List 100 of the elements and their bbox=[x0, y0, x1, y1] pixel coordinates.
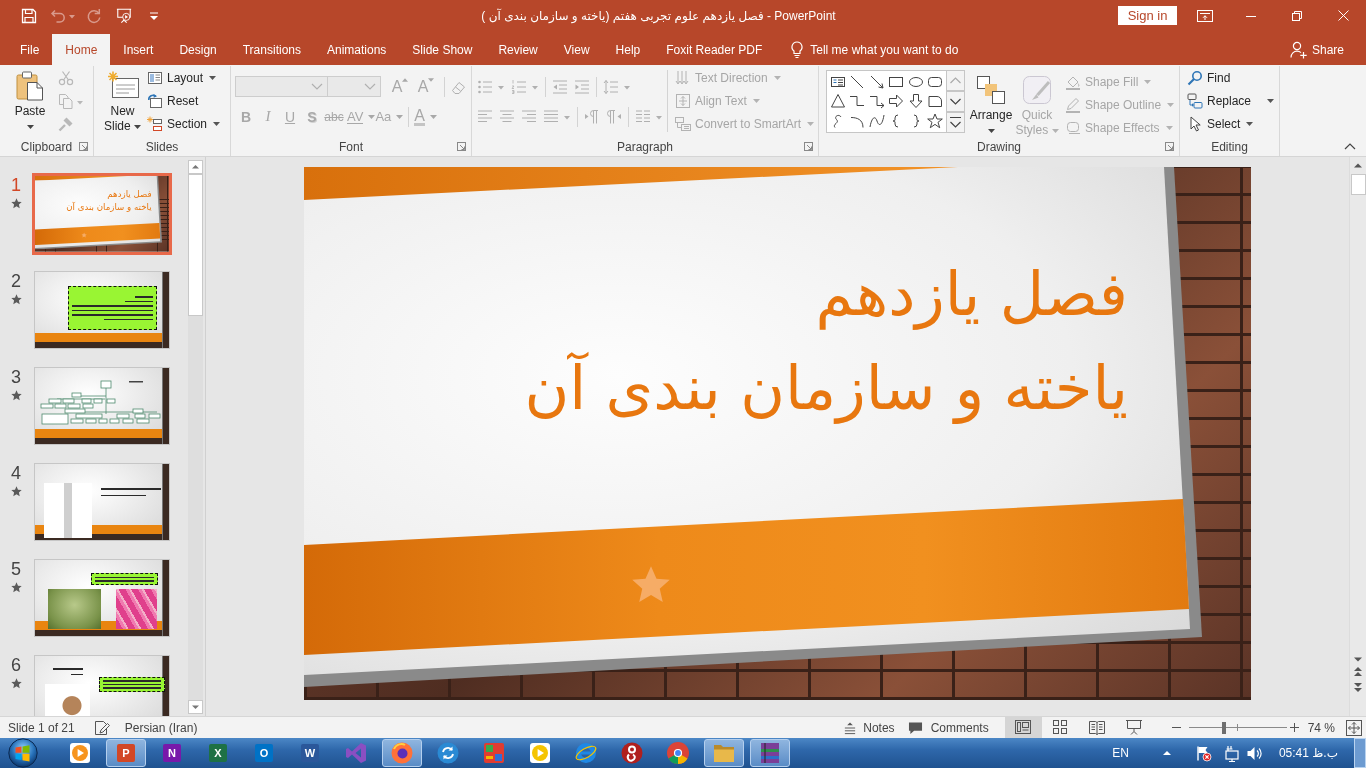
arrow-line-icon[interactable] bbox=[868, 73, 885, 90]
notes-button[interactable]: Notes bbox=[843, 720, 895, 735]
zoom-level-text[interactable]: 74 % bbox=[1307, 720, 1335, 735]
letter-tile-icon[interactable]: X bbox=[209, 744, 227, 762]
ribbon-tab[interactable]: Insert bbox=[110, 34, 167, 65]
paste-button[interactable]: Paste bbox=[8, 66, 52, 135]
section-button[interactable]: Section bbox=[145, 112, 223, 135]
brush-on-tile-icon bbox=[1022, 75, 1052, 105]
caret-icon bbox=[773, 75, 781, 80]
ribbon-tab[interactable]: View bbox=[550, 34, 603, 65]
swirl-badge-icon[interactable] bbox=[620, 741, 644, 765]
ribbon-tab[interactable]: Transitions bbox=[229, 34, 314, 65]
letter-tile-icon[interactable]: N bbox=[163, 744, 181, 762]
caret-icon bbox=[1246, 121, 1254, 126]
taskbar-button[interactable] bbox=[382, 739, 422, 767]
scrollbar-thumb[interactable] bbox=[1350, 174, 1366, 195]
elbow-arrow-icon[interactable] bbox=[868, 93, 885, 110]
dialog-launcher-icon[interactable] bbox=[79, 142, 88, 151]
dialog-launcher-icon[interactable] bbox=[457, 142, 466, 151]
arrange-button[interactable]: Arrange bbox=[969, 70, 1013, 135]
caret-down-icon bbox=[428, 78, 435, 82]
tell-me-search-field[interactable]: Tell me what you want to do bbox=[810, 38, 1011, 61]
photo-placeholder bbox=[116, 589, 157, 629]
slide-position-text: Slide 1 of 21 bbox=[8, 720, 75, 735]
slide-thumbnail[interactable] bbox=[34, 463, 170, 541]
taskbar-button[interactable]: P bbox=[106, 739, 146, 767]
collapse-ribbon-icon[interactable] bbox=[1344, 143, 1356, 150]
share-button[interactable]: Share bbox=[1289, 40, 1344, 59]
speaker-icon[interactable] bbox=[1245, 744, 1262, 762]
ribbon-tab[interactable]: Help bbox=[602, 34, 654, 65]
reset-button[interactable]: Reset bbox=[145, 89, 223, 112]
language-text[interactable]: Persian (Iran) bbox=[124, 720, 198, 735]
input-language-indicator[interactable]: EN bbox=[1112, 746, 1129, 760]
save-icon[interactable] bbox=[21, 7, 37, 24]
taskbar-button[interactable] bbox=[750, 739, 790, 767]
clock-time[interactable]: 05:41 ب.ظ bbox=[1278, 746, 1338, 760]
layout-button[interactable]: Layout bbox=[145, 66, 223, 89]
letter-tile-icon[interactable]: O bbox=[255, 744, 273, 762]
ribbon-display-options-icon[interactable] bbox=[1197, 7, 1213, 24]
page-edit-icon[interactable] bbox=[93, 719, 110, 736]
down-block-arrow-icon[interactable] bbox=[907, 93, 924, 110]
ribbon-tab[interactable]: Home bbox=[52, 34, 111, 65]
play-icon[interactable] bbox=[68, 741, 92, 765]
group-label: Editing bbox=[1211, 139, 1248, 154]
letter-tile-icon[interactable]: W bbox=[301, 744, 319, 762]
rounded-corner-shape-icon[interactable] bbox=[927, 93, 944, 110]
text-lines-drawing bbox=[53, 668, 83, 675]
triangle-shape-icon[interactable] bbox=[829, 93, 846, 110]
slide-thumbnail[interactable] bbox=[34, 367, 170, 445]
find-button[interactable]: Find bbox=[1185, 66, 1277, 89]
circular-arrows-icon[interactable] bbox=[436, 741, 460, 765]
gallery-expand-icon[interactable] bbox=[946, 112, 965, 133]
scroll-down-icon[interactable] bbox=[188, 700, 203, 714]
slide-thumbnail[interactable] bbox=[34, 559, 170, 637]
replace-button[interactable]: Replace bbox=[1185, 89, 1277, 112]
ribbon-tab[interactable]: Animations bbox=[314, 34, 400, 65]
fit-to-window-icon[interactable] bbox=[1346, 719, 1362, 736]
illustration-placeholder bbox=[44, 483, 92, 538]
line-shape-icon[interactable] bbox=[849, 73, 866, 90]
sign-in-button[interactable]: Sign in bbox=[1118, 6, 1177, 25]
play-icon[interactable] bbox=[528, 741, 552, 765]
restore-icon[interactable] bbox=[1292, 10, 1302, 21]
ribbon-tab[interactable]: File bbox=[7, 34, 53, 65]
flag-error-icon[interactable] bbox=[1194, 744, 1212, 762]
ribbon-tab[interactable]: Foxit Reader PDF bbox=[653, 34, 776, 65]
slide-thumbnail[interactable] bbox=[34, 271, 170, 349]
ring-orbit-icon[interactable] bbox=[574, 741, 598, 765]
slider-thumb[interactable] bbox=[1221, 721, 1226, 734]
select-button[interactable]: Select bbox=[1185, 112, 1277, 135]
close-icon[interactable] bbox=[1337, 10, 1349, 21]
globe-icon[interactable] bbox=[390, 741, 414, 765]
stacked-books-icon[interactable] bbox=[758, 741, 782, 765]
star-shape-icon[interactable] bbox=[927, 113, 944, 130]
caret-up-icon[interactable] bbox=[1161, 749, 1172, 757]
new-slide-button[interactable]: New Slide bbox=[100, 66, 145, 135]
slide-thumbnail[interactable] bbox=[34, 655, 170, 716]
curve-shape-icon[interactable] bbox=[868, 113, 885, 130]
scrollbar-thumb[interactable] bbox=[188, 174, 203, 316]
ribbon-tab[interactable]: Design bbox=[166, 34, 230, 65]
layout-icon bbox=[147, 69, 163, 86]
comments-button[interactable]: Comments bbox=[907, 720, 989, 735]
network-icon[interactable] bbox=[1223, 744, 1240, 762]
caret-icon bbox=[429, 114, 437, 119]
segmented-circle-icon[interactable] bbox=[666, 741, 690, 765]
colored-blocks-icon[interactable] bbox=[482, 741, 506, 765]
dialog-launcher-icon[interactable] bbox=[1165, 142, 1174, 151]
zoom-in-icon[interactable] bbox=[1289, 723, 1299, 732]
scroll-down-icon[interactable] bbox=[946, 91, 965, 112]
ribbon-tab[interactable]: Review bbox=[485, 34, 551, 65]
caret-icon bbox=[26, 125, 34, 129]
slide-subtitle: یاخته و سازمان بندی آن bbox=[524, 351, 1128, 426]
text-direction-icon bbox=[675, 69, 691, 86]
dialog-launcher-icon[interactable] bbox=[804, 142, 813, 151]
presentation-screen-icon[interactable] bbox=[115, 7, 133, 24]
slide-thumbnail[interactable]: فصل یازدهم یاخته و سازمان بندی آن bbox=[32, 173, 172, 255]
right-block-arrow-icon[interactable] bbox=[888, 93, 905, 110]
scroll-up-icon[interactable] bbox=[188, 160, 203, 174]
normal-view-button[interactable] bbox=[1004, 717, 1042, 738]
letter-tile-icon[interactable]: P bbox=[117, 744, 135, 762]
ribbon-tab[interactable]: Slide Show bbox=[399, 34, 486, 65]
